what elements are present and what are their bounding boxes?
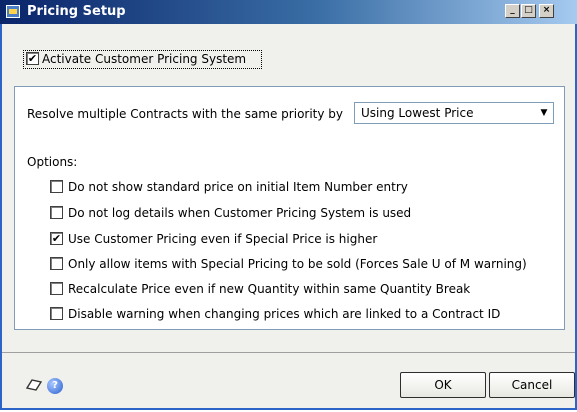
- activate-checkbox[interactable]: ✔: [26, 52, 39, 65]
- chevron-down-icon[interactable]: ▼: [535, 103, 553, 123]
- app-icon: [6, 5, 20, 18]
- minimize-button[interactable]: _: [505, 4, 520, 18]
- option-checkbox-2[interactable]: [50, 206, 63, 219]
- options-heading: Options:: [27, 155, 78, 169]
- maximize-button[interactable]: □: [521, 4, 536, 18]
- checkmark-icon: ✔: [51, 232, 62, 245]
- option-label-5: Recalculate Price even if new Quantity w…: [68, 282, 471, 296]
- footer-divider: [2, 352, 575, 353]
- resolve-label: Resolve multiple Contracts with the same…: [27, 107, 344, 121]
- title-bar[interactable]: Pricing Setup _ □ ×: [0, 0, 577, 24]
- window-title: Pricing Setup: [27, 4, 126, 19]
- pricing-setup-window: Pricing Setup _ □ × ✔ Activate Customer …: [0, 0, 577, 410]
- option-checkbox-1[interactable]: [50, 180, 63, 193]
- option-label-3: Use Customer Pricing even if Special Pri…: [68, 232, 378, 246]
- activate-label: Activate Customer Pricing System: [42, 52, 247, 66]
- ok-button[interactable]: OK: [400, 372, 486, 398]
- option-label-1: Do not show standard price on initial It…: [68, 180, 408, 194]
- option-label-2: Do not log details when Customer Pricing…: [68, 206, 412, 220]
- option-label-6: Disable warning when changing prices whi…: [68, 307, 501, 321]
- resolve-select[interactable]: Using Lowest Price ▼: [354, 102, 554, 124]
- option-label-4: Only allow items with Special Pricing to…: [68, 257, 527, 271]
- close-button[interactable]: ×: [539, 4, 554, 18]
- option-checkbox-3[interactable]: ✔: [50, 232, 63, 245]
- option-checkbox-4[interactable]: [50, 257, 63, 270]
- option-checkbox-6[interactable]: [50, 307, 63, 320]
- option-checkbox-5[interactable]: [50, 282, 63, 295]
- checkmark-icon: ✔: [27, 52, 38, 65]
- cancel-button[interactable]: Cancel: [489, 372, 575, 398]
- note-icon[interactable]: [25, 378, 43, 392]
- resolve-select-value: Using Lowest Price: [361, 106, 474, 120]
- help-icon[interactable]: ?: [47, 378, 63, 394]
